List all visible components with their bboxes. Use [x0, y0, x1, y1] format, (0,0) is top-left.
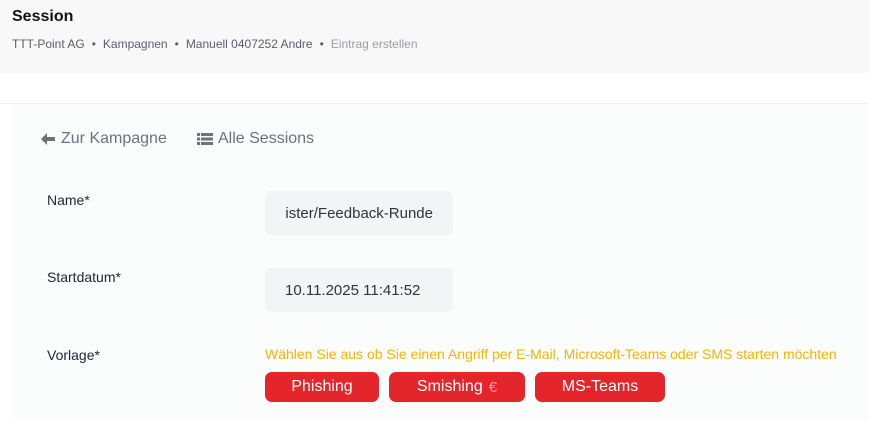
breadcrumb: TTT-Point AG • Kampagnen • Manuell 0407252 A…	[12, 37, 418, 51]
phishing-button[interactable]: Phishing	[265, 372, 379, 402]
page-title: Session	[12, 8, 74, 25]
startdate-input[interactable]	[265, 268, 453, 312]
breadcrumb-separator: •	[174, 37, 179, 51]
breadcrumb-item-campaigns[interactable]: Kampagnen	[103, 37, 168, 51]
arrow-left-icon	[40, 132, 56, 146]
phishing-button-label: Phishing	[291, 378, 353, 395]
list-icon	[197, 132, 213, 146]
euro-icon: €	[488, 378, 498, 396]
page-header: Session TTT-Point AG • Kampagnen • Manuell 0…	[0, 0, 869, 73]
name-input[interactable]	[265, 191, 453, 235]
all-sessions-link[interactable]: Alle Sessions	[197, 130, 314, 148]
back-to-campaign-label: Zur Kampagne	[61, 130, 167, 147]
template-hint: Wählen Sie aus ob Sie einen Angriff per …	[265, 346, 837, 362]
smishing-button-label: Smishing	[416, 378, 483, 395]
ms-teams-button-label: MS-Teams	[561, 378, 639, 395]
breadcrumb-item-campaign[interactable]: Manuell 0407252 Andre	[186, 37, 313, 51]
ms-teams-button[interactable]: MS-Teams	[535, 372, 665, 402]
all-sessions-label: Alle Sessions	[218, 130, 315, 147]
breadcrumb-separator: •	[319, 37, 324, 51]
breadcrumb-separator: •	[91, 37, 96, 51]
smishing-button[interactable]: Smishing €	[389, 372, 525, 402]
breadcrumb-item-current: Eintrag erstellen	[330, 37, 418, 51]
back-to-campaign-link[interactable]: Zur Kampagne	[40, 130, 167, 148]
template-label: Vorlage*	[47, 347, 100, 363]
startdate-label: Startdatum*	[47, 269, 121, 285]
breadcrumb-item-company[interactable]: TTT-Point AG	[12, 37, 85, 51]
name-label: Name*	[47, 192, 90, 208]
